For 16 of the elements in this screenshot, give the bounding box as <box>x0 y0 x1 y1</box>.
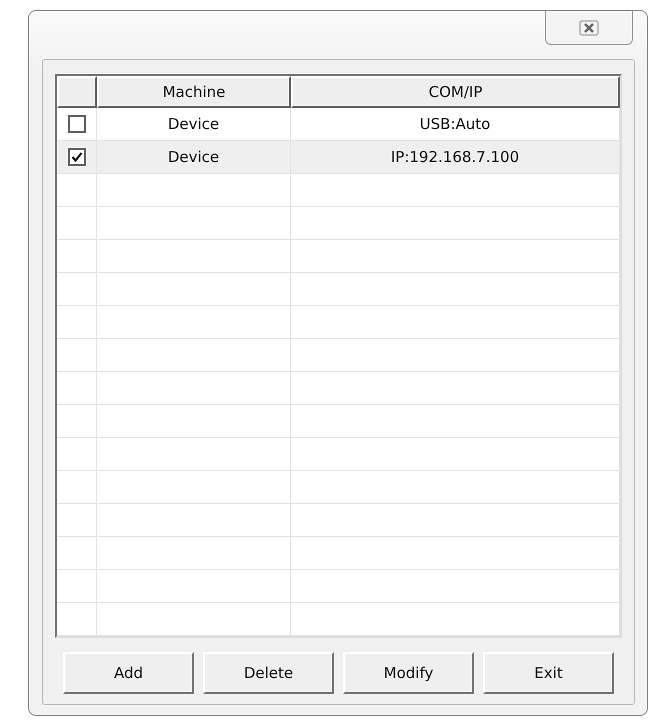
checkbox[interactable] <box>68 148 86 166</box>
action-button[interactable]: Add <box>63 652 194 694</box>
close-button[interactable] <box>545 11 633 45</box>
checkbox[interactable] <box>68 115 86 133</box>
action-button[interactable]: Modify <box>343 652 474 694</box>
column-header: COM/IP <box>291 76 620 108</box>
close-icon <box>579 20 599 36</box>
table-cell: USB:Auto <box>291 108 620 140</box>
table-cell: Device <box>97 108 291 140</box>
table-cell: IP:192.168.7.100 <box>291 141 620 173</box>
check-icon <box>70 151 82 163</box>
table-row[interactable]: Device IP:192.168.7.100 <box>57 141 620 174</box>
action-button[interactable]: Exit <box>483 652 614 694</box>
action-button[interactable]: Delete <box>203 652 334 694</box>
table-cell: Device <box>97 141 291 173</box>
column-header: Machine <box>97 76 291 108</box>
